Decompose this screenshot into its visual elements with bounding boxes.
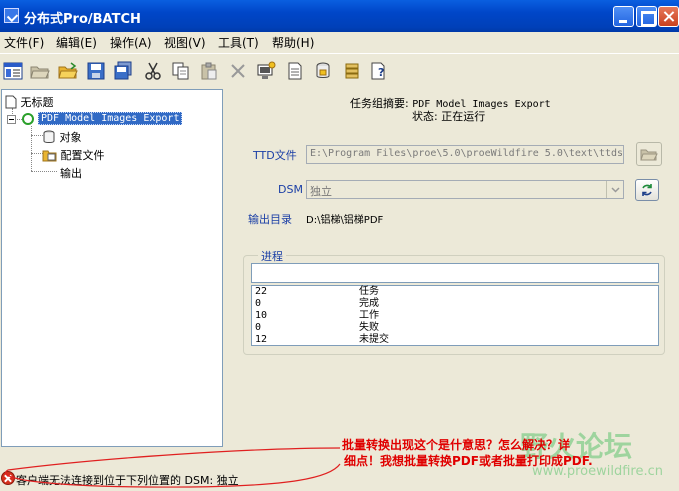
cut-icon[interactable] <box>143 61 163 81</box>
title-bar: 分布式Pro/BATCH <box>0 0 679 32</box>
dsm-select[interactable]: 独立 <box>306 180 624 199</box>
tree-item-label: 无标题 <box>20 96 54 109</box>
progress-bar <box>251 263 659 283</box>
stat-count: 22 <box>255 286 268 297</box>
document-icon[interactable] <box>285 61 305 81</box>
summary-label: 任务组摘要: <box>350 97 409 110</box>
svg-text:?: ? <box>378 66 384 79</box>
save-icon[interactable] <box>86 61 106 81</box>
menu-edit[interactable]: 编辑(E) <box>56 34 97 51</box>
menu-action[interactable]: 操作(A) <box>110 34 152 51</box>
refresh-icon <box>642 184 652 196</box>
toolbar: ? <box>0 53 679 87</box>
open-folder-icon[interactable] <box>30 61 50 81</box>
stack-icon[interactable] <box>342 61 362 81</box>
help-icon[interactable]: ? <box>369 61 389 81</box>
tree-item-label: 输出 <box>60 167 82 180</box>
status-value: 正在运行 <box>441 110 486 123</box>
tree-connector <box>31 126 32 171</box>
tree-item-output[interactable]: 输出 <box>60 165 82 181</box>
running-status-icon <box>22 113 34 125</box>
menu-file[interactable]: 文件(F) <box>4 34 44 51</box>
task-status: 状态: 正在运行 <box>412 108 485 124</box>
monitor-icon[interactable] <box>256 61 276 81</box>
tree-item-config[interactable]: 配置文件 <box>42 147 105 163</box>
output-dir-value: D:\铝梯\铝梯PDF <box>306 215 384 226</box>
menu-tools[interactable]: 工具(T) <box>218 34 259 51</box>
annotation-line-2: 细点！我想批量转换PDF或者批量打印成PDF. <box>344 454 593 468</box>
menu-help[interactable]: 帮助(H) <box>272 34 314 51</box>
database-icon <box>43 130 55 143</box>
tree-connector <box>31 171 57 172</box>
refresh-button[interactable] <box>635 179 659 201</box>
ttd-label: TTD文件 <box>253 149 297 162</box>
tree-item-label: 配置文件 <box>60 149 105 162</box>
tree-item-label: PDF Model Images Export <box>38 112 183 125</box>
stat-label: 工作 <box>359 310 379 321</box>
chevron-down-icon[interactable] <box>606 181 623 198</box>
dsm-select-value: 独立 <box>310 185 332 198</box>
browse-folder-icon <box>640 149 658 161</box>
menu-bar: 文件(F) 编辑(E) 操作(A) 视图(V) 工具(T) 帮助(H) <box>0 32 679 52</box>
progress-group-label: 进程 <box>258 248 286 264</box>
task-tree[interactable]: 无标题 PDF Model Images Export 对象 配置文件 输出 <box>1 89 223 447</box>
document-icon <box>5 95 17 109</box>
menu-view[interactable]: 视图(V) <box>164 34 206 51</box>
save-all-icon[interactable] <box>113 61 133 81</box>
app-icon[interactable] <box>4 8 19 23</box>
open-icon[interactable] <box>58 61 78 81</box>
stat-label: 完成 <box>359 298 379 309</box>
annotation-line-1: 批量转换出现这个是什意思？怎么解决？详 <box>342 438 571 452</box>
config-folder-icon <box>42 150 57 162</box>
stat-count: 12 <box>255 334 268 345</box>
tree-item-label: 对象 <box>59 131 82 144</box>
output-dir-label: 输出目录 <box>248 213 292 226</box>
paste-icon <box>199 61 219 81</box>
stat-label: 任务 <box>359 286 379 297</box>
server-icon[interactable] <box>313 61 333 81</box>
properties-icon[interactable] <box>3 61 23 81</box>
close-button[interactable] <box>658 6 679 27</box>
tree-item-objects[interactable]: 对象 <box>42 129 82 145</box>
tree-collapse-toggle[interactable] <box>7 115 16 124</box>
ttd-file-field[interactable]: E:\Program Files\proe\5.0\proeWildfire 5… <box>306 145 624 164</box>
stat-label: 未提交 <box>359 334 389 345</box>
task-stats-list: 22 任务 0 完成 10 工作 0 失败 12 未提交 <box>251 285 659 346</box>
minimize-button[interactable] <box>613 6 634 27</box>
tree-item-root[interactable]: 无标题 <box>5 94 54 110</box>
stat-label: 失败 <box>359 322 379 333</box>
status-label: 状态: <box>412 110 438 123</box>
copy-icon[interactable] <box>171 61 191 81</box>
stat-count: 10 <box>255 310 268 321</box>
browse-button[interactable] <box>636 142 662 166</box>
delete-icon <box>228 61 248 81</box>
dsm-label: DSM <box>278 183 303 196</box>
maximize-button[interactable] <box>636 6 657 27</box>
window-title: 分布式Pro/BATCH <box>24 12 141 27</box>
stat-count: 0 <box>255 298 262 309</box>
stat-count: 0 <box>255 322 262 333</box>
